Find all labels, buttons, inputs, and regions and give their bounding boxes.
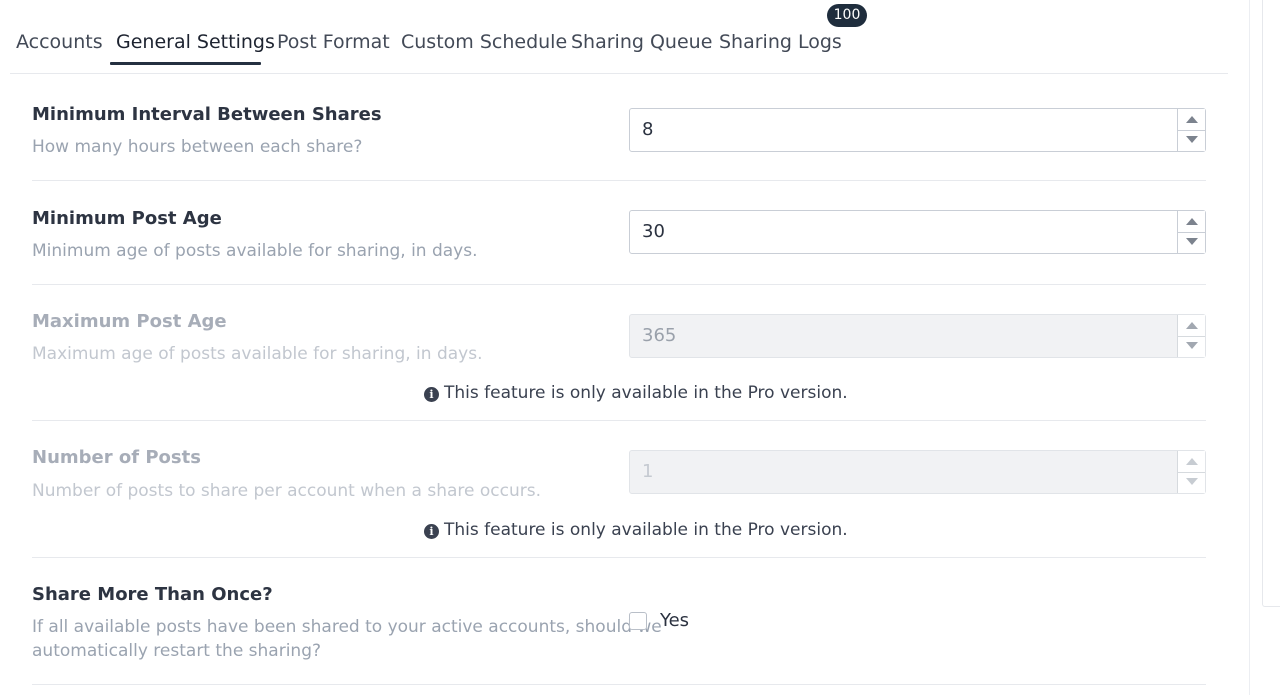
min-interval-input[interactable]: 8 (629, 108, 1206, 152)
setting-description: How many hours between each share? (32, 137, 363, 157)
sharing-logs-count-badge: 100 (827, 4, 867, 27)
caret-up-icon (1186, 218, 1198, 225)
setting-description-line-1: If all available posts have been shared … (32, 617, 662, 637)
spin-down-button[interactable] (1178, 130, 1205, 151)
right-sidebar (1249, 0, 1280, 695)
tab-accounts[interactable]: Accounts (16, 30, 103, 54)
caret-up-icon (1186, 116, 1198, 123)
sidebar-panel (1262, 0, 1280, 607)
pro-note-text: This feature is only available in the Pr… (444, 520, 848, 540)
spin-up-button[interactable] (1178, 211, 1205, 233)
caret-down-icon (1186, 238, 1198, 245)
spin-up-button (1178, 451, 1205, 473)
spin-up-button (1178, 315, 1205, 337)
input-value: 1 (642, 461, 654, 482)
info-circle-icon: i (424, 387, 439, 402)
min-post-age-input[interactable]: 30 (629, 210, 1206, 254)
active-tab-indicator (110, 62, 261, 65)
spin-up-button[interactable] (1178, 109, 1205, 131)
pro-note-text: This feature is only available in the Pr… (444, 383, 848, 403)
number-spinner (1177, 451, 1205, 493)
setting-share-more-than-once: Share More Than Once? If all available p… (32, 558, 1206, 685)
setting-min-interval: Minimum Interval Between Shares How many… (32, 74, 1206, 181)
tab-general-settings[interactable]: General Settings (116, 30, 275, 54)
setting-title: Number of Posts (32, 447, 201, 468)
tab-sharing-logs[interactable]: Sharing Logs (719, 30, 842, 54)
setting-title: Minimum Interval Between Shares (32, 104, 382, 125)
caret-up-icon (1186, 322, 1198, 329)
caret-down-icon (1186, 478, 1198, 485)
main-content: Accounts General Settings Post Format Cu… (0, 0, 1230, 695)
input-value: 8 (642, 119, 654, 140)
setting-title: Share More Than Once? (32, 584, 273, 605)
setting-description-line-2: automatically restart the sharing? (32, 641, 322, 661)
caret-down-icon (1186, 136, 1198, 143)
caret-down-icon (1186, 342, 1198, 349)
spin-down-button[interactable] (1178, 232, 1205, 253)
number-of-posts-input: 1 (629, 450, 1206, 494)
pro-only-note: i This feature is only available in the P… (424, 382, 848, 404)
settings-page: Accounts General Settings Post Format Cu… (0, 0, 1280, 695)
tab-custom-schedule[interactable]: Custom Schedule (401, 30, 567, 54)
max-post-age-input: 365 (629, 314, 1206, 358)
spin-down-button (1178, 472, 1205, 493)
caret-up-icon (1186, 458, 1198, 465)
setting-max-post-age: Maximum Post Age Maximum age of posts av… (32, 285, 1206, 421)
setting-title: Maximum Post Age (32, 311, 227, 332)
number-spinner (1177, 211, 1205, 253)
checkbox-label[interactable]: Yes (660, 610, 689, 631)
info-circle-icon: i (424, 524, 439, 539)
number-spinner (1177, 315, 1205, 357)
setting-description: Maximum age of posts available for shari… (32, 344, 483, 364)
input-value: 30 (642, 221, 665, 242)
setting-number-of-posts: Number of Posts Number of posts to share… (32, 421, 1206, 558)
setting-title: Minimum Post Age (32, 208, 222, 229)
setting-description: Number of posts to share per account whe… (32, 481, 542, 501)
tab-post-format[interactable]: Post Format (277, 30, 390, 54)
spin-down-button (1178, 336, 1205, 357)
tab-sharing-queue[interactable]: Sharing Queue (571, 30, 712, 54)
number-spinner (1177, 109, 1205, 151)
share-more-than-once-checkbox[interactable] (629, 612, 647, 630)
pro-only-note: i This feature is only available in the P… (424, 519, 848, 541)
setting-min-post-age: Minimum Post Age Minimum age of posts av… (32, 181, 1206, 285)
setting-description: Minimum age of posts available for shari… (32, 241, 478, 261)
input-value: 365 (642, 325, 677, 346)
settings-tabs: Accounts General Settings Post Format Cu… (10, 0, 1228, 74)
